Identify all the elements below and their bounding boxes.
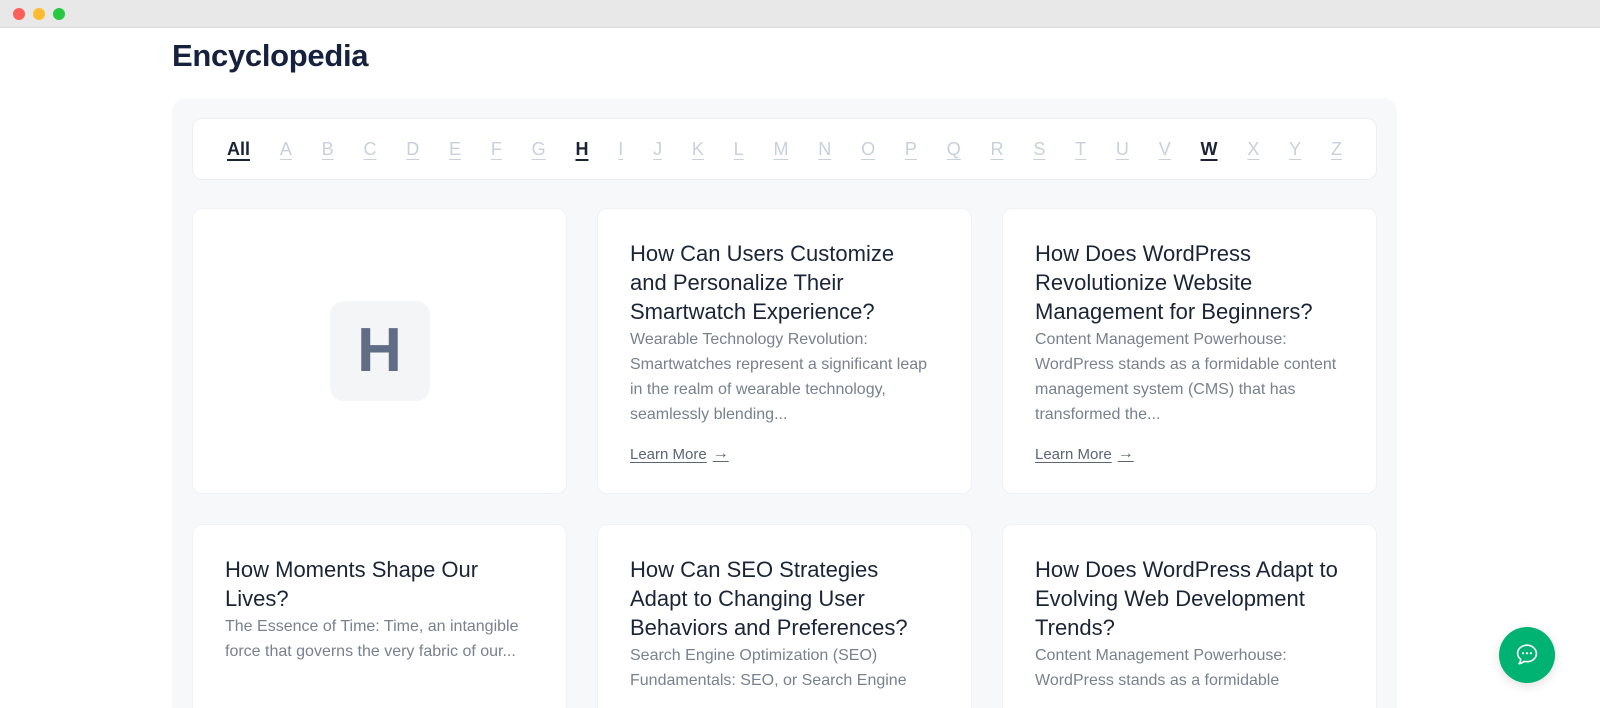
alphabet-filter-r[interactable]: R [991,139,1004,160]
alphabet-filter-all[interactable]: All [227,139,250,160]
alphabet-filter-z[interactable]: Z [1331,139,1342,160]
alphabet-filter-a[interactable]: A [280,139,292,160]
card-title: How Moments Shape Our Lives? [225,555,530,613]
learn-more-link[interactable]: Learn More → [1035,445,1134,463]
card-description: Content Management Powerhouse: WordPress… [1035,643,1340,693]
alphabet-filter-h[interactable]: H [575,139,588,160]
encyclopedia-card-grid: H How Can Users Customize and Personalize… [192,208,1377,708]
alphabet-filter-list: All A B C D E F G H I J K L M N O P Q R S T U V W X Y Z [227,139,1342,160]
alphabet-filter-u[interactable]: U [1116,139,1129,160]
alphabet-filter-bar: All A B C D E F G H I J K L M N O P Q R S T U V W X Y Z [192,118,1377,180]
page-title: Encyclopedia [172,36,368,76]
alphabet-filter-q[interactable]: Q [947,139,961,160]
chat-bubble-ellipsis-icon [1512,640,1542,670]
letter-tile: H [330,301,430,401]
encyclopedia-card[interactable]: How Can SEO Strategies Adapt to Changing… [597,524,972,708]
alphabet-filter-l[interactable]: L [734,139,744,160]
alphabet-filter-c[interactable]: C [363,139,376,160]
learn-more-label: Learn More [630,446,707,463]
alphabet-filter-b[interactable]: B [322,139,334,160]
browser-title-bar [0,0,1600,28]
alphabet-filter-w[interactable]: W [1201,139,1218,160]
card-spacer [630,427,935,445]
alphabet-filter-g[interactable]: G [532,139,546,160]
alphabet-filter-e[interactable]: E [449,139,461,160]
letter-card[interactable]: H [192,208,567,494]
encyclopedia-card[interactable]: How Moments Shape Our Lives?The Essence … [192,524,567,708]
arrow-right-icon: → [1118,445,1134,463]
alphabet-filter-k[interactable]: K [692,139,704,160]
alphabet-filter-p[interactable]: P [905,139,917,160]
card-title: How Does WordPress Revolutionize Website… [1035,239,1340,326]
minimize-window-button[interactable] [33,8,45,20]
card-spacer [225,664,530,708]
alphabet-filter-o[interactable]: O [861,139,875,160]
card-title: How Can Users Customize and Personalize … [630,239,935,326]
card-description: Wearable Technology Revolution: Smartwat… [630,327,935,427]
encyclopedia-card[interactable]: How Does WordPress Adapt to Evolving Web… [1002,524,1377,708]
card-description: Search Engine Optimization (SEO) Fundame… [630,643,935,693]
chat-widget-button[interactable] [1499,627,1555,683]
alphabet-filter-x[interactable]: X [1247,139,1259,160]
card-title: How Can SEO Strategies Adapt to Changing… [630,555,935,642]
alphabet-filter-t[interactable]: T [1075,139,1086,160]
learn-more-link[interactable]: Learn More → [630,445,729,463]
page-content: Encyclopedia All A B C D E F G H I J K L M N O P Q R S T U V W X… [0,28,1600,708]
alphabet-filter-y[interactable]: Y [1289,139,1301,160]
card-spacer [1035,427,1340,445]
alphabet-filter-v[interactable]: V [1159,139,1171,160]
alphabet-filter-s[interactable]: S [1033,139,1045,160]
arrow-right-icon: → [713,445,729,463]
alphabet-filter-d[interactable]: D [406,139,419,160]
card-spacer [630,693,935,708]
encyclopedia-card[interactable]: How Does WordPress Revolutionize Website… [1002,208,1377,494]
close-window-button[interactable] [13,8,25,20]
encyclopedia-panel: All A B C D E F G H I J K L M N O P Q R S T U V W X Y Z H How Can U… [172,98,1397,708]
card-title: How Does WordPress Adapt to Evolving Web… [1035,555,1340,642]
maximize-window-button[interactable] [53,8,65,20]
alphabet-filter-i[interactable]: I [618,139,623,160]
card-description: Content Management Powerhouse: WordPress… [1035,327,1340,427]
alphabet-filter-j[interactable]: J [653,139,662,160]
card-spacer [1035,693,1340,708]
alphabet-filter-m[interactable]: M [773,139,788,160]
alphabet-filter-n[interactable]: N [818,139,831,160]
encyclopedia-card[interactable]: How Can Users Customize and Personalize … [597,208,972,494]
learn-more-label: Learn More [1035,446,1112,463]
card-description: The Essence of Time: Time, an intangible… [225,614,530,664]
alphabet-filter-f[interactable]: F [491,139,502,160]
